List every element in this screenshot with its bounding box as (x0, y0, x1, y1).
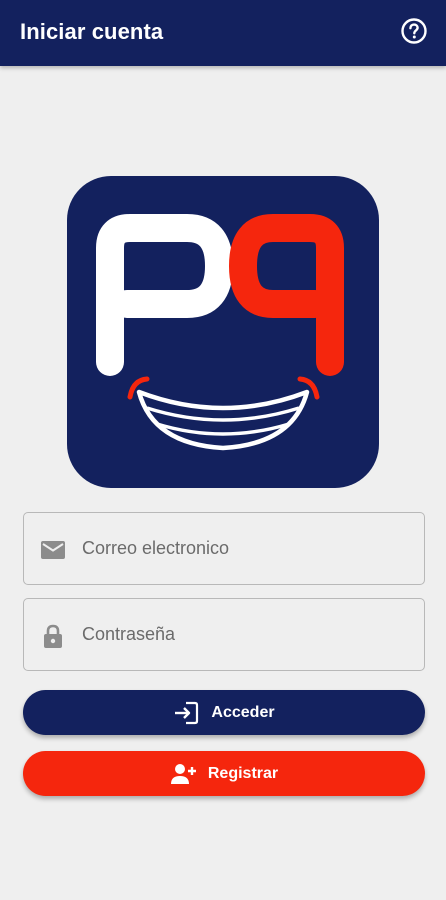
register-button-label: Registrar (207, 764, 279, 782)
add-user-icon (170, 763, 196, 784)
email-field[interactable] (23, 512, 425, 585)
password-input[interactable] (82, 599, 412, 670)
app-bar: Iniciar cuenta (0, 0, 446, 66)
page-title: Iniciar cuenta (20, 19, 164, 44)
login-button[interactable]: Acceder (23, 690, 425, 735)
lock-icon (40, 623, 66, 649)
help-circle-icon[interactable] (400, 17, 428, 45)
register-button[interactable]: Registrar (23, 751, 425, 796)
login-button-label: Acceder (211, 703, 275, 721)
email-input[interactable] (82, 513, 412, 584)
login-icon (175, 701, 199, 724)
email-icon (40, 537, 66, 563)
app-logo (67, 176, 379, 488)
password-field[interactable] (23, 598, 425, 671)
